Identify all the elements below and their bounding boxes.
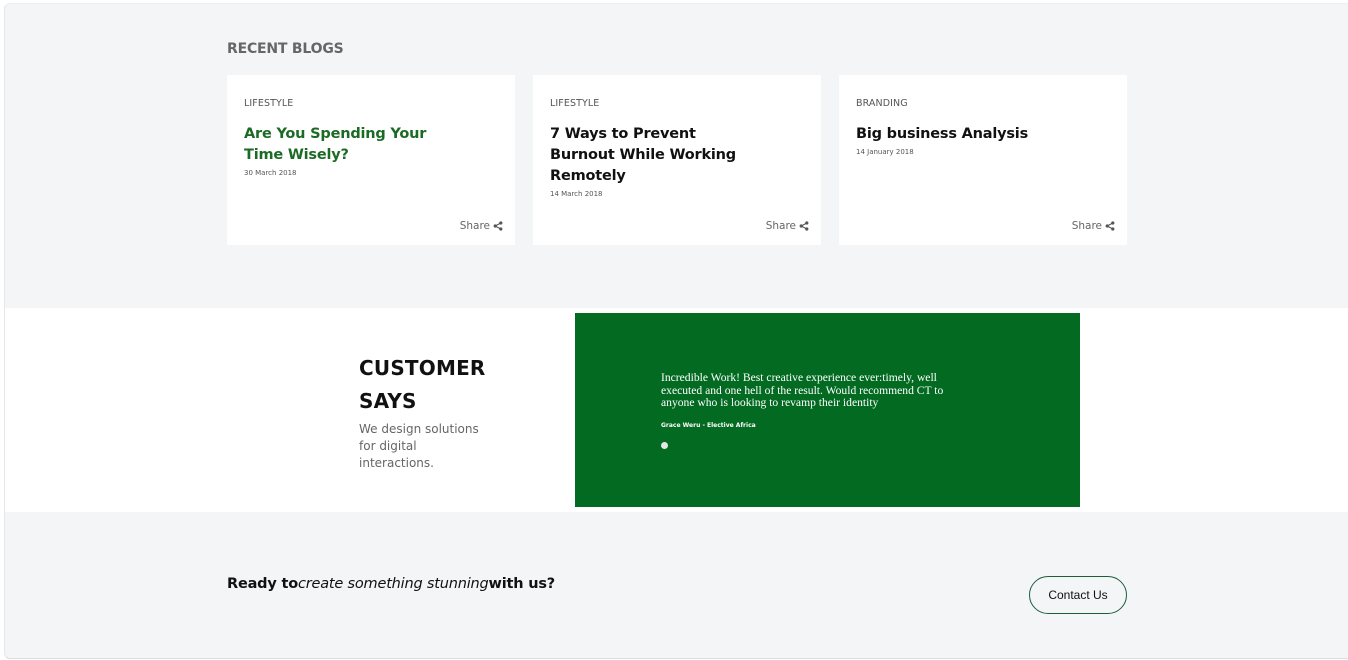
share-icon <box>493 221 503 231</box>
share-button[interactable]: Share <box>766 220 809 232</box>
blog-title-text[interactable]: 7 Ways to Prevent Burnout While Working … <box>550 124 750 187</box>
blog-title[interactable]: 7 Ways to Prevent Burnout While Working … <box>550 124 750 198</box>
share-icon <box>1105 221 1115 231</box>
blog-card[interactable]: LIFESTYLE 7 Ways to Prevent Burnout Whil… <box>533 75 821 245</box>
share-button[interactable]: Share <box>1072 220 1115 232</box>
share-button[interactable]: Share <box>460 220 503 232</box>
share-label: Share <box>459 220 490 232</box>
page-frame: RECENT BLOGS LIFESTYLE Are You Spending … <box>4 3 1348 659</box>
share-label: Share <box>765 220 796 232</box>
blog-category: BRANDING <box>856 98 908 109</box>
share-icon <box>799 221 809 231</box>
blog-title[interactable]: Big business Analysis 14 January 2018 <box>856 124 1096 156</box>
testimonial-subtitle: We design solutions for digital interact… <box>359 422 479 470</box>
cta-part1: Ready to <box>227 576 298 592</box>
testimonial-heading: CUSTOMER SAYS <box>359 352 486 418</box>
share-label: Share <box>1071 220 1102 232</box>
blog-category: LIFESTYLE <box>244 98 294 109</box>
testimonial-section: CUSTOMER SAYS We design solutions for di… <box>5 308 1348 512</box>
blog-title-text[interactable]: Big business Analysis <box>856 124 1096 145</box>
recent-blogs-heading: RECENT BLOGS <box>227 41 344 57</box>
testimonial-heading-line2: SAYS <box>359 389 417 413</box>
cta-text: Ready tocreate something stunningwith us… <box>227 576 555 592</box>
blog-card[interactable]: LIFESTYLE Are You Spending Your Time Wis… <box>227 75 515 245</box>
blog-category: LIFESTYLE <box>550 98 600 109</box>
testimonial-author: Grace Weru - Elective Africa <box>661 422 756 429</box>
blog-card[interactable]: BRANDING Big business Analysis 14 Januar… <box>839 75 1127 245</box>
testimonial-slider: Incredible Work! Best creative experienc… <box>575 313 1080 507</box>
cta-part2: create something stunning <box>297 576 489 592</box>
blog-date: 30 March 2018 <box>244 169 297 177</box>
blog-title-text[interactable]: Are You Spending Your Time Wisely? <box>244 124 444 166</box>
blog-date: 14 January 2018 <box>856 148 914 156</box>
slider-dot[interactable] <box>661 442 668 449</box>
testimonial-heading-line1: CUSTOMER <box>359 356 486 380</box>
testimonial-quote: Incredible Work! Best creative experienc… <box>661 371 944 409</box>
blog-title[interactable]: Are You Spending Your Time Wisely? 30 Ma… <box>244 124 444 177</box>
contact-us-button[interactable]: Contact Us <box>1029 576 1127 614</box>
cta-part3: with us? <box>488 576 556 592</box>
blog-date: 14 March 2018 <box>550 190 603 198</box>
